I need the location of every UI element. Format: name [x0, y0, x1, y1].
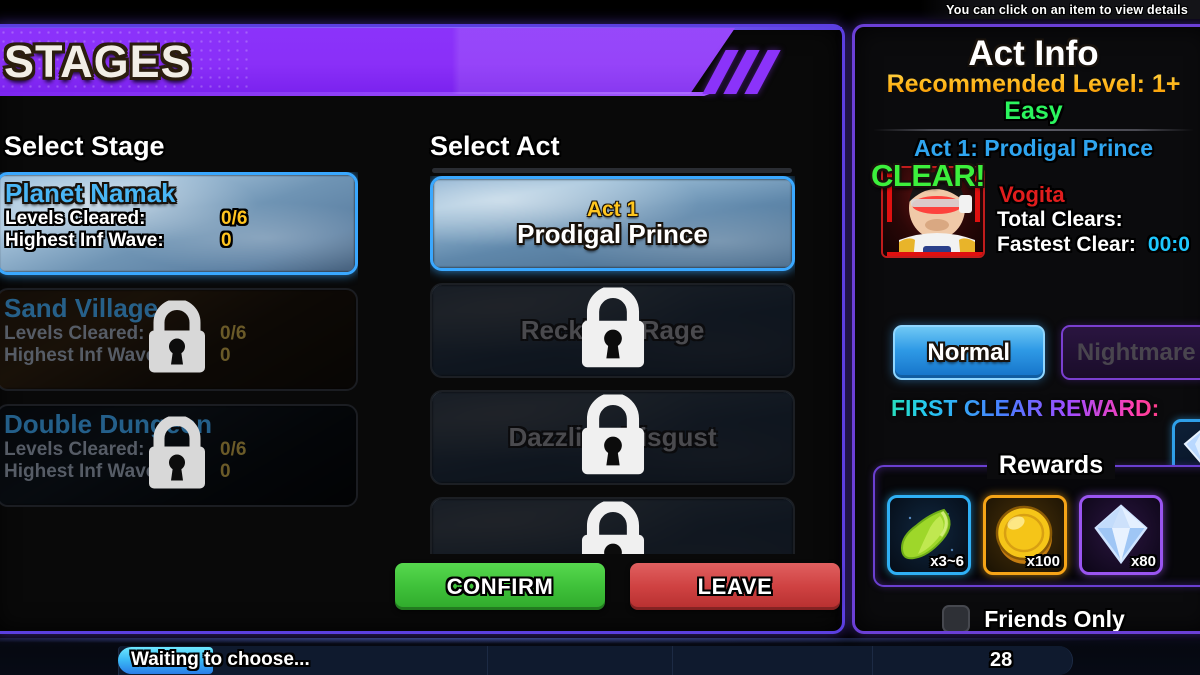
- status-bar-cell-4: [873, 646, 1073, 675]
- fastest-clear-value: 00:0: [1147, 233, 1190, 257]
- highest-wave-label: Highest Inf Wave:: [5, 230, 164, 251]
- rewards-title: Rewards: [875, 451, 1200, 480]
- act-card-locked-4[interactable]: [430, 497, 795, 554]
- select-act-heading: Select Act: [430, 131, 560, 161]
- act-info-title: Act Info: [968, 34, 1099, 73]
- fastest-clear-label: Fastest Clear:: [997, 233, 1136, 257]
- act-subtitle: Act 1: Prodigal Prince: [913, 135, 1153, 162]
- act-list[interactable]: Act 1 Prodigal Prince Reckless Rage Dazz…: [430, 176, 795, 554]
- status-text: Waiting to choose...: [131, 649, 310, 670]
- highest-wave-value: 0: [221, 230, 232, 251]
- reward-slot-gem[interactable]: x80: [1079, 495, 1163, 575]
- lock-icon: [576, 499, 650, 554]
- reward-slot-gold-coin[interactable]: x100: [983, 495, 1067, 575]
- total-clears-label: Total Clears:: [997, 208, 1123, 232]
- highest-wave-value: 0: [220, 345, 231, 366]
- stage-card-sand-village[interactable]: Sand Village Levels Cleared: 0/6 Highest…: [0, 288, 358, 391]
- act-info-panel: Act Info Recommended Level: 1+ Easy Act …: [852, 24, 1200, 634]
- lock-icon: [144, 414, 210, 495]
- confirm-button[interactable]: CONFIRM: [395, 563, 605, 610]
- act-card-content: Act 1 Prodigal Prince: [433, 179, 792, 268]
- divider: [873, 129, 1194, 132]
- stage-levels-cleared: Levels Cleared: 0/6: [5, 208, 355, 230]
- stage-card-content: Planet Namak Levels Cleared: 0/6 Highest…: [0, 175, 355, 272]
- levels-cleared-value: 0/6: [220, 322, 247, 344]
- lock-icon: [144, 298, 210, 379]
- act-name: Prodigal Prince: [517, 218, 708, 249]
- fastest-clear-row: Fastest Clear: 00:0: [997, 233, 1190, 258]
- stage-list[interactable]: Planet Namak Levels Cleared: 0/6 Highest…: [0, 172, 358, 552]
- tooltip-text: You can click on an item to view details: [946, 2, 1188, 17]
- friends-only-row: Friends Only: [855, 605, 1200, 632]
- status-bar-cell-2: [488, 646, 673, 675]
- friends-only-checkbox[interactable]: [942, 605, 971, 631]
- first-clear-reward-label: FIRST CLEAR REWARD:: [855, 395, 1200, 422]
- friends-only-label: Friends Only: [984, 605, 1125, 632]
- boss-info-row: CLEAR! Vogita Total Clears: Fastest Clea…: [855, 160, 1200, 259]
- action-button-row: CONFIRM LEAVE: [395, 563, 840, 610]
- act-card-reckless-rage[interactable]: Reckless Rage: [430, 283, 795, 378]
- normal-difficulty-button[interactable]: Normal: [893, 325, 1045, 380]
- reward-quantity: x80: [1130, 553, 1156, 570]
- reward-quantity: x100: [1026, 553, 1060, 570]
- reward-slot-senzu-bean[interactable]: x3~6: [887, 495, 971, 575]
- stage-card-planet-namak[interactable]: Planet Namak Levels Cleared: 0/6 Highest…: [0, 172, 358, 275]
- act-card-prodigal-prince[interactable]: Act 1 Prodigal Prince: [430, 176, 795, 271]
- reward-quantity: x3~6: [930, 553, 964, 570]
- select-stage-heading: Select Stage: [4, 131, 165, 161]
- levels-cleared-value: 0/6: [221, 207, 248, 229]
- act-card-dazzling-disgust[interactable]: Dazzling Disgust: [430, 390, 795, 485]
- levels-cleared-label: Levels Cleared:: [5, 207, 146, 229]
- act-number: Act 1: [586, 197, 639, 221]
- stage-card-double-dungeon[interactable]: Double Dungeon Levels Cleared: 0/6 Highe…: [0, 404, 358, 507]
- highest-wave-value: 0: [220, 461, 231, 482]
- total-clears-row: Total Clears:: [997, 208, 1190, 233]
- leave-button[interactable]: LEAVE: [630, 563, 840, 610]
- status-bar-cell-3: [673, 646, 873, 675]
- page-title: STAGES: [4, 36, 192, 87]
- clear-stats: Total Clears: Fastest Clear: 00:0: [997, 208, 1190, 258]
- lock-icon: [576, 392, 650, 481]
- boss-name: Vogita: [999, 182, 1065, 208]
- stage-name: Planet Namak: [5, 178, 176, 208]
- player-count: 28: [990, 649, 1013, 671]
- levels-cleared-value: 0/6: [220, 438, 247, 460]
- item-details-tooltip: You can click on an item to view details: [920, 0, 1200, 19]
- difficulty-label: Easy: [1004, 97, 1063, 125]
- rewards-row: x3~6 x100 x80: [887, 495, 1163, 575]
- bar-glow: [0, 638, 1200, 644]
- stage-highest-wave: Highest Inf Wave: 0: [5, 230, 355, 252]
- recommended-level: Recommended Level: 1+: [855, 71, 1200, 98]
- clear-stamp: CLEAR!: [871, 158, 986, 194]
- difficulty-button-row: Normal Nightmare: [855, 325, 1200, 380]
- act-list-scrollbar[interactable]: [432, 168, 792, 173]
- rewards-box: x3~6 x100 x80 Rewards: [873, 451, 1200, 587]
- rewards-title-text: Rewards: [986, 451, 1116, 479]
- nightmare-difficulty-button[interactable]: Nightmare: [1060, 325, 1200, 380]
- bottom-status-bar: Waiting to choose... 28: [0, 638, 1200, 675]
- lock-icon: [576, 285, 650, 374]
